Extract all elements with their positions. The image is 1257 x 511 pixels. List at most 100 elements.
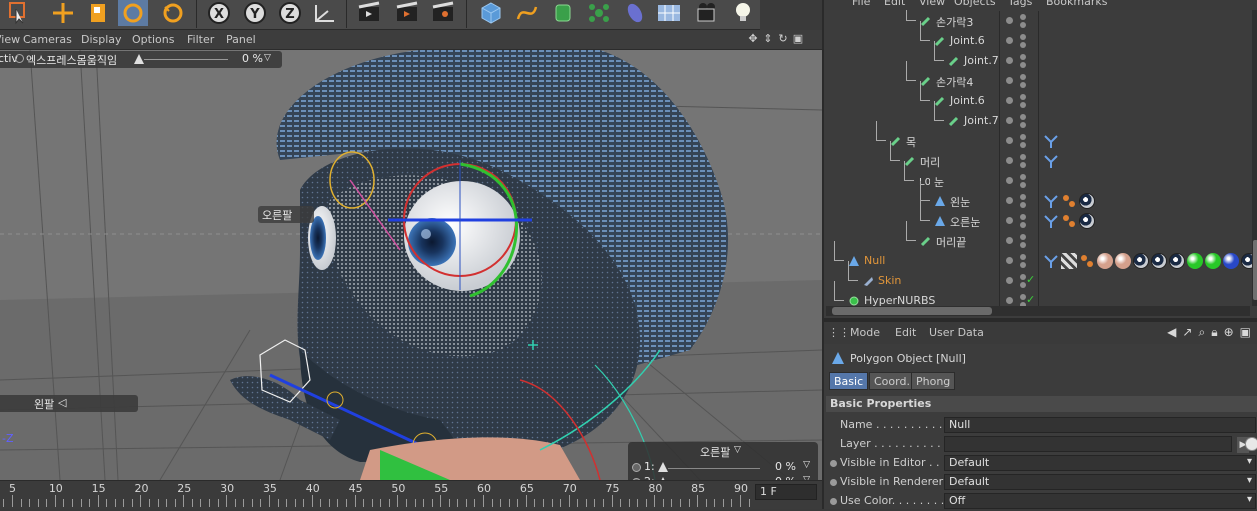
render-visibility-dot[interactable] [1020, 214, 1026, 220]
z-axis-icon[interactable]: Z [275, 0, 305, 26]
orbit-icon[interactable]: ↻ [777, 32, 789, 46]
cube-icon[interactable] [476, 0, 506, 26]
object-name[interactable]: 왼눈 [950, 194, 970, 210]
render-visibility-dot[interactable] [1020, 54, 1026, 60]
visibility-toggles[interactable] [1006, 14, 1032, 28]
render-visibility-dot[interactable] [1020, 174, 1026, 180]
render-visibility-dot[interactable] [1020, 102, 1026, 108]
render-visibility-dot[interactable] [1020, 62, 1026, 68]
render-visibility-dot[interactable] [1020, 254, 1026, 260]
object-tree-row[interactable]: 손가락4 [824, 61, 1252, 91]
generator-icon[interactable] [548, 0, 578, 26]
rotate-icon[interactable] [118, 0, 148, 26]
expand-icon[interactable]: ▣ [1240, 325, 1251, 340]
render-visibility-dot[interactable] [1020, 122, 1026, 128]
tab-coord[interactable]: Coord. [869, 372, 915, 390]
render-visibility-dot[interactable] [1020, 42, 1026, 48]
morph-radio[interactable] [632, 463, 641, 472]
editor-visibility-dot[interactable] [1006, 37, 1013, 44]
object-tree-row[interactable]: HyperNURBS ✓ [824, 281, 1252, 306]
object-tree-row[interactable]: 손가락3 [824, 10, 1252, 31]
green-tag-icon[interactable] [1187, 253, 1203, 269]
hud-dropdown-icon[interactable]: ▽ [264, 53, 271, 63]
object-name[interactable]: 손가락4 [936, 74, 973, 90]
render-visibility-dot[interactable] [1020, 182, 1026, 188]
weight-tag-icon[interactable] [1061, 193, 1077, 209]
attr-menu-mode[interactable]: Mode [850, 326, 880, 339]
visibility-toggles[interactable] [1006, 54, 1032, 68]
camera-icon[interactable] [692, 0, 722, 26]
timeline-ruler[interactable]: 5 10 15 20 25 30 35 40 45 50 55 60 65 70 75 80 85 90 1 F [0, 480, 822, 509]
morph-slider-track[interactable] [668, 468, 760, 469]
morph-slider-handle[interactable] [658, 462, 668, 472]
object-name[interactable]: Joint.7 [964, 114, 999, 127]
object-name[interactable]: 손가락3 [936, 14, 973, 30]
editor-visibility-dot[interactable] [1006, 97, 1013, 104]
ik-tag-icon[interactable] [1043, 153, 1059, 169]
object-tree-row[interactable]: Joint.6 [824, 21, 1252, 51]
y-axis-icon[interactable]: Y [240, 0, 270, 26]
editor-visibility-dot[interactable] [1006, 77, 1013, 84]
current-frame-field[interactable]: 1 F [755, 484, 817, 500]
visibility-toggles[interactable] [1006, 154, 1032, 168]
weight-tag-icon[interactable] [1061, 213, 1077, 229]
om-menu-tags[interactable]: Tags [1008, 0, 1032, 8]
basic-properties-header[interactable]: Basic Properties [826, 396, 1257, 412]
render-visibility-dot[interactable] [1020, 154, 1026, 160]
om-menu-file[interactable]: File [852, 0, 870, 8]
visibility-toggles[interactable]: ✓ [1006, 273, 1035, 288]
render-picture-viewer-icon[interactable] [392, 0, 422, 26]
morph-panel-dropdown-icon[interactable]: ▽ [734, 445, 741, 455]
render-visibility-dot[interactable] [1020, 242, 1026, 248]
ik-tag-icon[interactable] [1043, 193, 1059, 209]
hud-slider-track[interactable] [144, 59, 228, 60]
visibility-toggles[interactable] [1006, 174, 1032, 188]
eye-tag-icon[interactable] [1241, 253, 1252, 269]
pan-icon[interactable]: ✥ [747, 32, 759, 46]
vscroll-thumb[interactable] [1253, 240, 1257, 300]
visibility-toggles[interactable] [1006, 134, 1032, 148]
left-arm-label[interactable]: 왼팔 ◁ [0, 395, 138, 412]
render-visibility-dot[interactable] [1020, 114, 1026, 120]
visibility-toggles[interactable] [1006, 94, 1032, 108]
search-icon[interactable]: ⌕ [1198, 325, 1205, 340]
scale-icon[interactable] [84, 0, 114, 26]
eye-tag-icon[interactable] [1151, 253, 1167, 269]
object-name[interactable]: 오른눈 [950, 214, 980, 230]
enabled-check-icon[interactable]: ✓ [1026, 293, 1035, 306]
attr-animate-radio[interactable] [830, 479, 837, 486]
editor-visibility-dot[interactable] [1006, 137, 1013, 144]
attr-text-field[interactable]: Null [944, 417, 1256, 433]
attr-dropdown[interactable]: Default [944, 474, 1256, 490]
floor-icon[interactable] [654, 0, 684, 26]
dolly-icon[interactable]: ⇕ [762, 32, 774, 46]
attr-animate-radio[interactable] [830, 460, 837, 467]
object-tree-row[interactable]: Skin ✓ [824, 261, 1252, 291]
om-menu-view[interactable]: View [919, 0, 945, 8]
editor-visibility-dot[interactable] [1006, 237, 1013, 244]
om-menu-bookmarks[interactable]: Bookmarks [1046, 0, 1107, 8]
attr-animate-radio[interactable] [830, 498, 837, 505]
object-tree-hscrollbar[interactable] [826, 306, 1250, 316]
object-name[interactable]: 목 [906, 134, 916, 150]
object-name[interactable]: Joint.7 [964, 54, 999, 67]
render-visibility-dot[interactable] [1020, 14, 1026, 20]
attr-text-field[interactable]: ▶ [944, 436, 1257, 453]
render-visibility-dot[interactable] [1020, 194, 1026, 200]
editor-visibility-dot[interactable] [1006, 277, 1013, 284]
render-visibility-dot[interactable] [1020, 222, 1026, 228]
expression-morph-hud[interactable]: ctiv 엑스프레스몸움직임 0 % ▽ [0, 51, 282, 68]
x-axis-icon[interactable]: X [204, 0, 234, 26]
menu-options[interactable]: Options [132, 33, 174, 46]
editor-visibility-dot[interactable] [1006, 257, 1013, 264]
eye-tag-icon[interactable] [1079, 213, 1095, 229]
object-name[interactable]: HyperNURBS [864, 294, 935, 306]
object-tree-vscrollbar[interactable] [1252, 10, 1257, 306]
select-icon[interactable] [2, 0, 32, 26]
object-name[interactable]: Null [864, 254, 885, 267]
editor-visibility-dot[interactable] [1006, 297, 1013, 304]
object-name[interactable]: Skin [878, 274, 901, 287]
blue-tag-icon[interactable] [1223, 253, 1239, 269]
hud-radio[interactable] [15, 54, 24, 63]
render-visibility-dot[interactable] [1020, 162, 1026, 168]
